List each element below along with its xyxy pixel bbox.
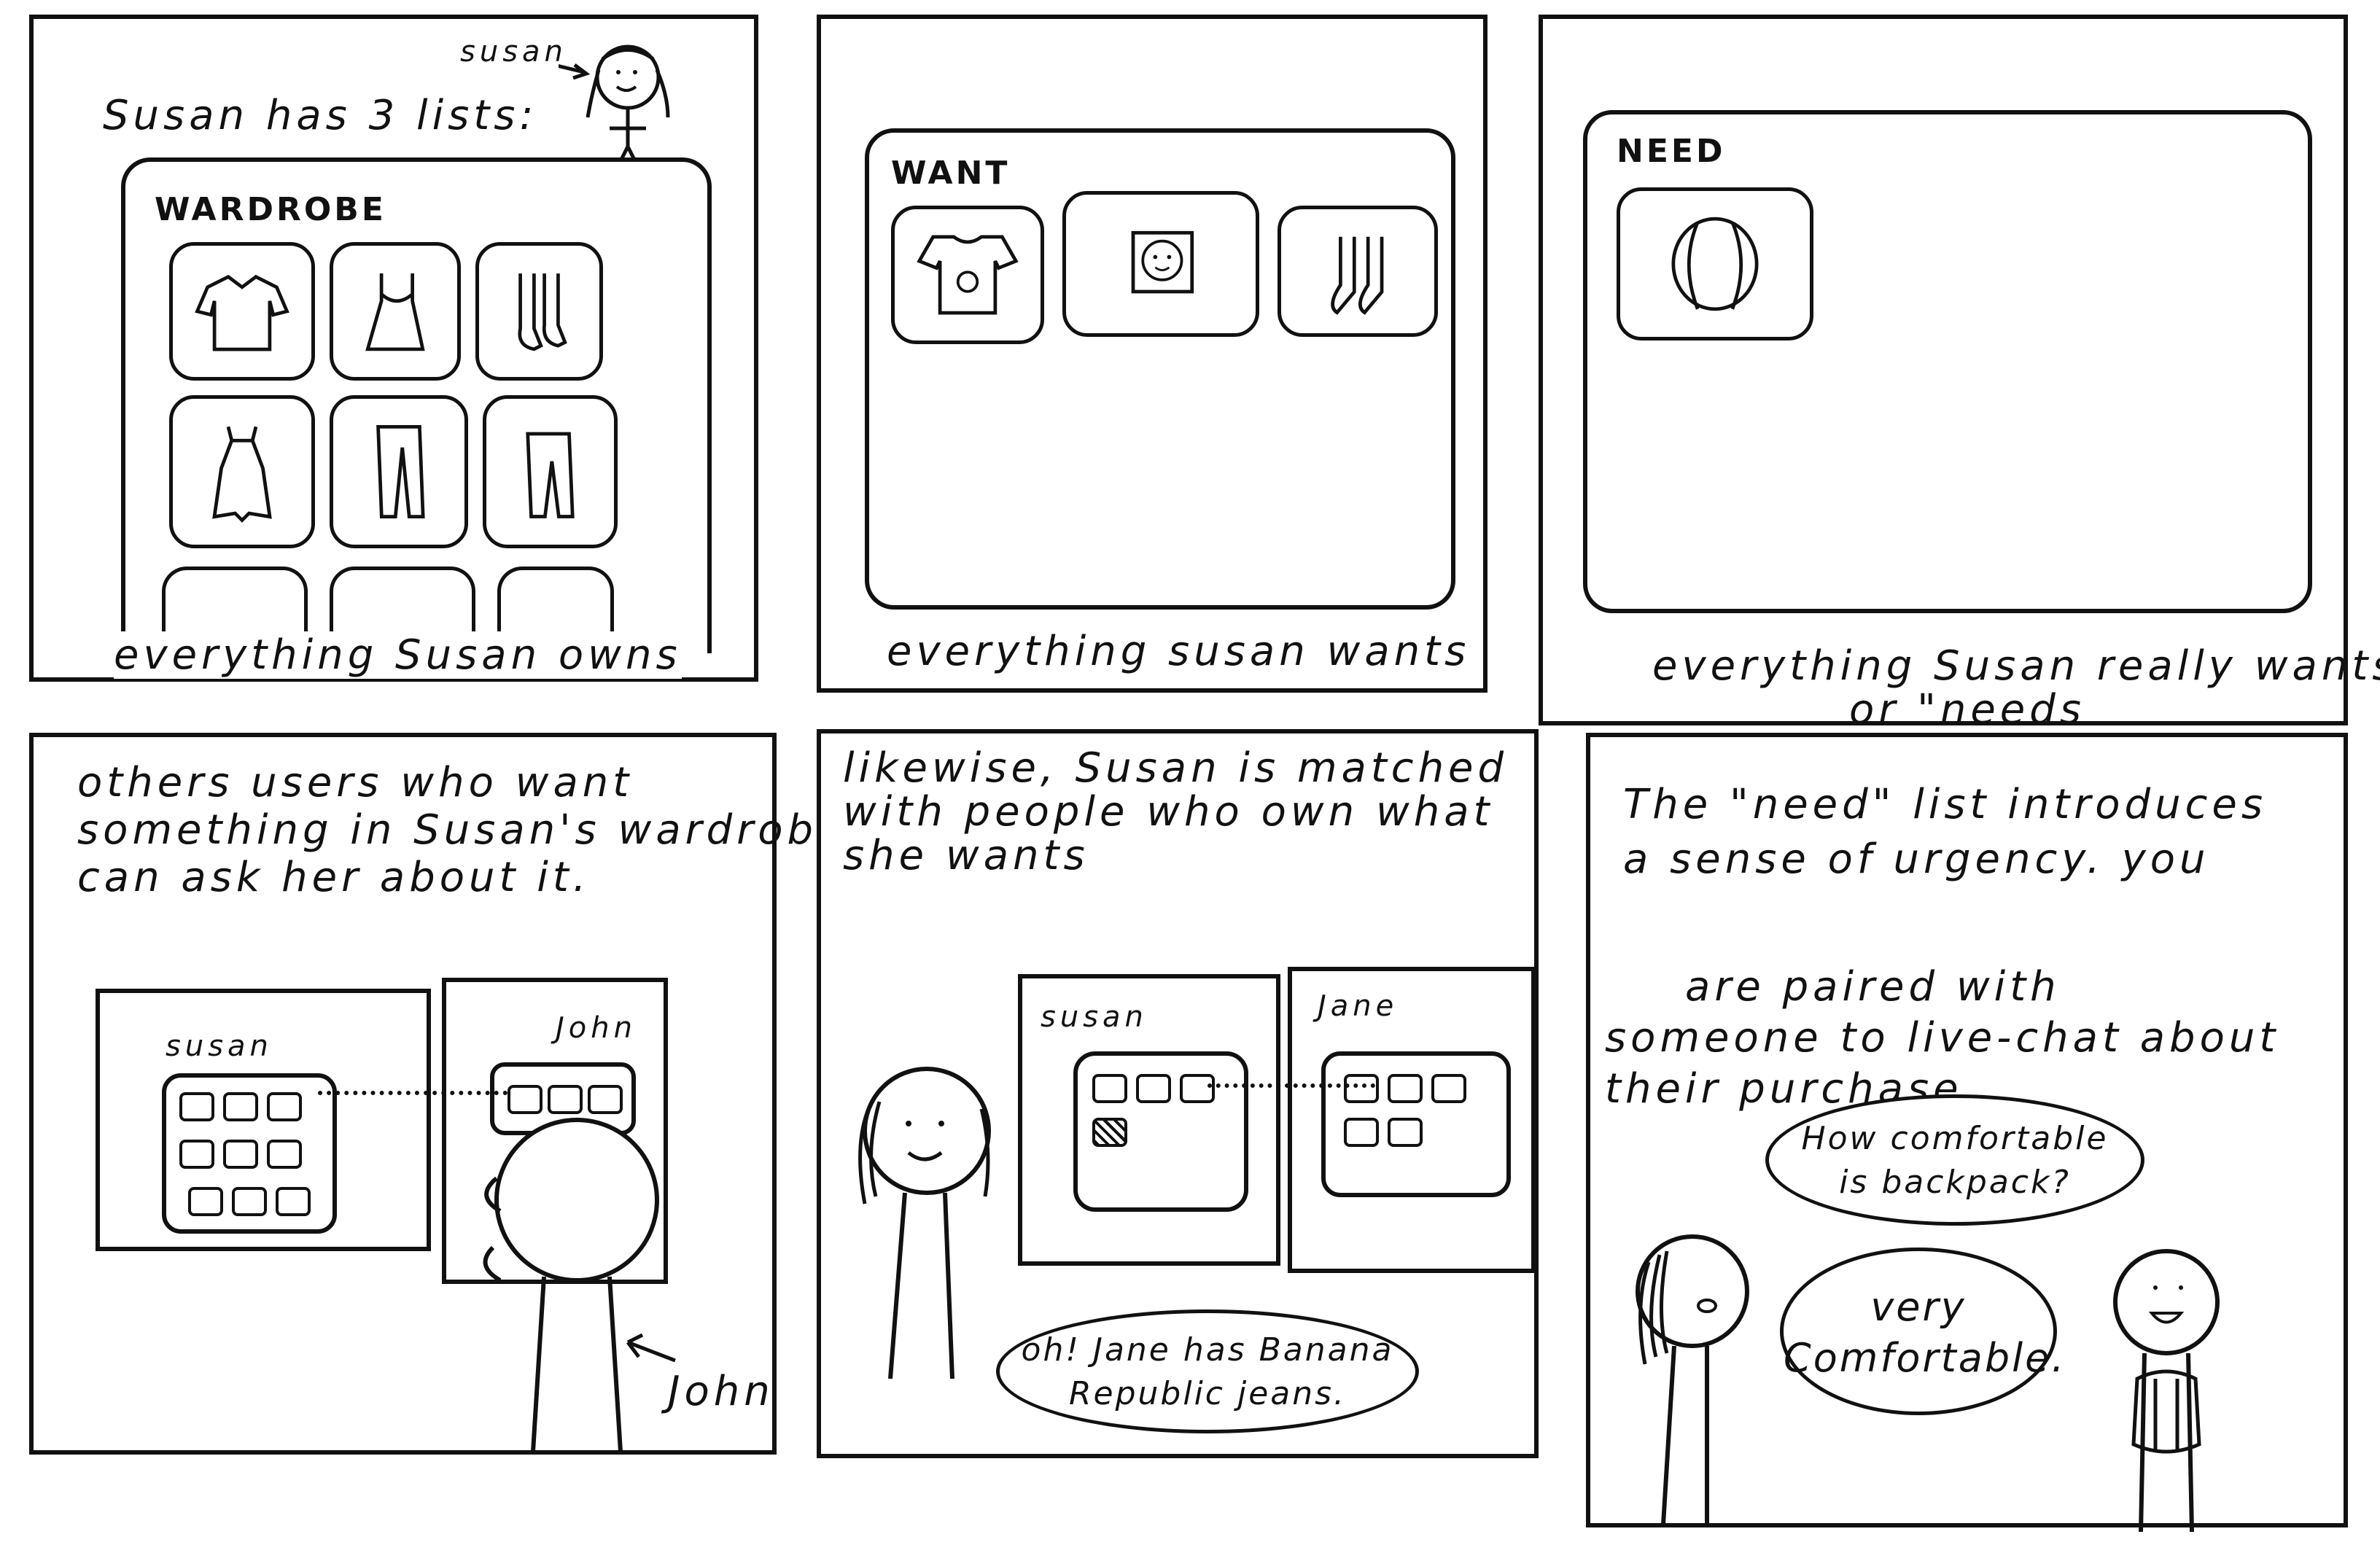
mini-tile <box>232 1187 267 1216</box>
susan-figure-icon <box>559 37 690 176</box>
mini-tile-hatched <box>1092 1118 1127 1147</box>
need-label: NEED <box>1617 133 1726 170</box>
want-label: WANT <box>891 155 1011 192</box>
bubble-text: Comfortable. <box>1784 1335 2066 1381</box>
match-connector <box>318 1091 508 1095</box>
mini-tile <box>1136 1074 1171 1103</box>
need-item-backpack[interactable] <box>1617 187 1813 340</box>
backpack-icon <box>1671 217 1759 311</box>
pants-icon <box>376 425 425 518</box>
want-item-socks[interactable] <box>1278 206 1438 337</box>
panel-caption: everything susan wants <box>887 628 1471 675</box>
susan-label: susan <box>460 35 567 69</box>
panel-caption: everything Susan owns <box>114 631 682 679</box>
panel-need-chat: The "need" list introduces a sense of ur… <box>1586 733 2348 1532</box>
wardrobe-item-pants[interactable] <box>330 395 468 548</box>
panel-text: likewise, Susan is matched <box>843 744 1509 792</box>
panel-others-users: others users who want something in Susan… <box>29 733 843 1455</box>
mini-tile <box>1344 1074 1379 1103</box>
mini-tile <box>179 1140 214 1169</box>
john-label: John <box>556 1011 637 1045</box>
jane-label: Jane <box>1318 989 1399 1023</box>
susan-wardrobe-list <box>162 1073 337 1234</box>
wardrobe-item-tank-top[interactable] <box>330 242 461 381</box>
panel-caption: or "needs <box>1849 686 2085 733</box>
mini-tile <box>267 1140 302 1169</box>
socks-icon <box>518 273 567 351</box>
bubble-text: very <box>1870 1284 1967 1330</box>
mini-tile <box>1388 1074 1423 1103</box>
arrow-icon <box>621 1331 679 1368</box>
mini-tile <box>223 1140 258 1169</box>
shirt-icon <box>195 274 289 351</box>
mini-tile <box>1180 1074 1215 1103</box>
bubble-text: oh! Jane has Banana <box>1021 1331 1394 1369</box>
john-figure-icon <box>471 1109 675 1452</box>
seller-figure-icon <box>2086 1240 2247 1532</box>
mini-tile <box>179 1092 214 1121</box>
jane-screen: Jane <box>1288 967 1536 1273</box>
mini-tile <box>276 1187 311 1216</box>
panel-text: something in Susan's wardrobe <box>77 806 847 854</box>
wardrobe-item-shirt[interactable] <box>169 242 315 381</box>
leggings-icon <box>526 432 575 518</box>
mini-tile <box>1388 1118 1423 1147</box>
mini-tile <box>1431 1074 1466 1103</box>
susan-screen: susan <box>96 989 431 1251</box>
panel-text: she wants <box>843 832 1089 879</box>
panel-text: The "need" list introduces <box>1623 781 2268 828</box>
susan-figure-icon <box>836 1058 1003 1379</box>
bubble-text: is backpack? <box>1839 1164 2071 1201</box>
panel-wardrobe: Susan has 3 lists: susan WARDROBE everyt… <box>29 15 758 682</box>
panel-text: a sense of urgency. you <box>1623 836 2210 883</box>
wardrobe-label: WARDROBE <box>155 191 386 228</box>
mini-tile <box>188 1187 223 1216</box>
susan-want-list <box>1073 1051 1248 1212</box>
wardrobe-item-socks[interactable] <box>475 242 603 381</box>
jane-wardrobe-list <box>1321 1051 1511 1197</box>
buyer-figure-icon <box>1605 1211 1758 1525</box>
wardrobe-item-dress[interactable] <box>169 395 315 548</box>
chat-bubble-question: How comfortable is backpack? <box>1765 1094 2144 1226</box>
tank-top-icon <box>365 273 425 351</box>
panel-text: someone to live-chat about <box>1605 1014 2280 1062</box>
panel-need: NEED everything Susan really wants, or "… <box>1539 15 2380 733</box>
panel-title: Susan has 3 lists: <box>103 92 538 139</box>
wardrobe-item-leggings[interactable] <box>483 395 618 548</box>
dress-icon <box>212 426 272 523</box>
mini-tile <box>1092 1074 1127 1103</box>
speech-bubble: oh! Jane has Banana Republic jeans. <box>996 1309 1419 1433</box>
chat-bubble-answer: very Comfortable. <box>1780 1248 2066 1415</box>
panel-matched: likewise, Susan is matched with people w… <box>817 729 1539 1458</box>
need-list: NEED <box>1583 110 2312 613</box>
mini-tile <box>267 1092 302 1121</box>
graphic-tee-icon <box>917 235 1019 315</box>
susan-label: susan <box>166 1030 273 1063</box>
susan-screen: susan <box>1018 974 1280 1266</box>
mini-tile <box>223 1092 258 1121</box>
panel-text: can ask her about it. <box>77 854 591 901</box>
panel-caption: everything Susan really wants, <box>1652 642 2380 690</box>
mini-tile <box>1344 1118 1379 1147</box>
match-connector <box>1208 1083 1375 1088</box>
want-list: WANT <box>865 128 1455 610</box>
panel-want: WANT everything susan wants <box>817 15 1488 693</box>
susan-label: susan <box>1041 1000 1148 1034</box>
panel-text: are paired with <box>1685 963 2061 1011</box>
want-item-framed-face[interactable] <box>1062 191 1259 337</box>
john-arrow-label: John <box>668 1368 774 1415</box>
wardrobe-list: WARDROBE <box>121 157 712 669</box>
socks-icon <box>1331 236 1384 315</box>
want-item-graphic-tee[interactable] <box>891 206 1044 344</box>
panel-text: others users who want <box>77 759 634 806</box>
bubble-text: Republic jeans. <box>1068 1375 1347 1412</box>
framed-face-icon <box>1131 230 1194 294</box>
bubble-text: How comfortable <box>1801 1120 2109 1157</box>
panel-text: with people who own what <box>843 788 1494 836</box>
